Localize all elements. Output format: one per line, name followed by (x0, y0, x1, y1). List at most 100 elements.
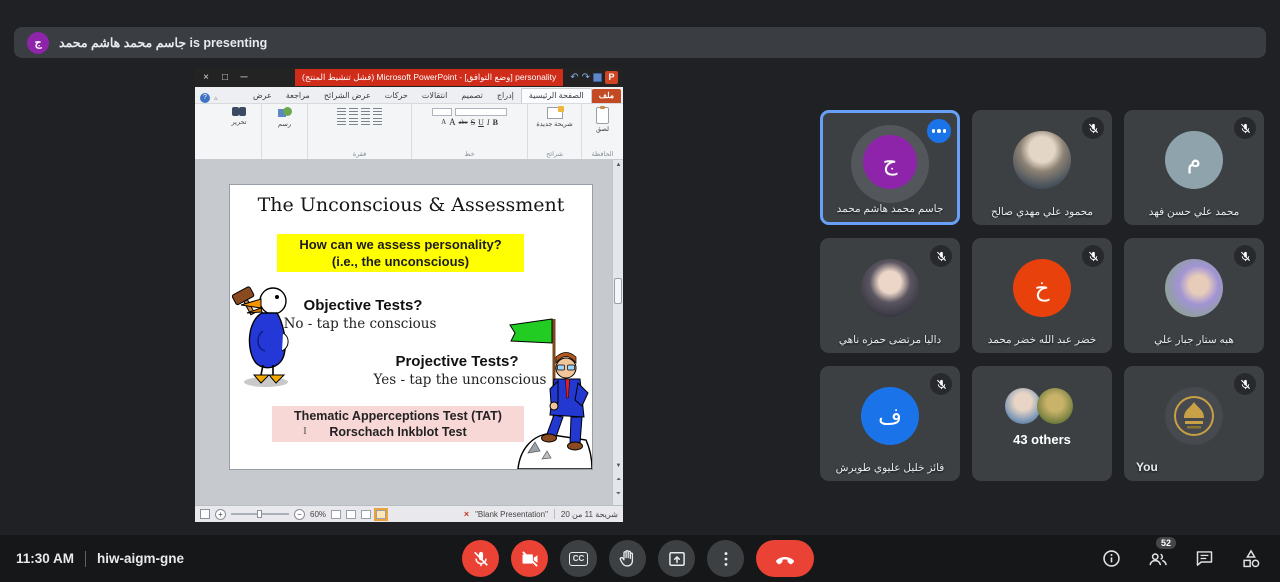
zoom-in-button[interactable]: + (215, 509, 226, 520)
save-icon[interactable] (593, 73, 602, 82)
undo-icon[interactable]: ↶ (570, 72, 578, 83)
minimize-icon[interactable]: ─ (238, 68, 250, 87)
indent-button[interactable] (349, 108, 358, 116)
divider (85, 551, 86, 567)
ppt-ribbon-tabs: ملف الصفحة الرئيسية إدراج تصميم انتقالات… (195, 87, 623, 104)
bold-button[interactable]: B (493, 118, 498, 127)
ribbon-group-drawing: رسم (261, 104, 307, 159)
clear-formatting-button[interactable]: abc (459, 118, 468, 127)
participant-tile[interactable]: ف فائز خليل عليوي طويرش (820, 366, 960, 481)
participant-name: جاسم محمد هاشم محمد (823, 203, 957, 215)
align-right-button[interactable] (373, 118, 382, 126)
present-button[interactable] (658, 540, 695, 577)
help-icon[interactable]: ? (200, 93, 210, 103)
activities-button[interactable] (1240, 548, 1262, 570)
slide[interactable]: The Unconscious & Assessment How can we … (230, 185, 592, 469)
more-options-button[interactable] (707, 540, 744, 577)
participant-tile[interactable]: هبه ستار جبار علي (1124, 238, 1264, 353)
group-label-clipboard: الحافظة (592, 150, 614, 158)
fit-to-window-icon[interactable] (200, 509, 210, 519)
editing-button[interactable]: تحرير (232, 107, 247, 126)
participants-button[interactable]: 52 (1147, 548, 1169, 570)
mic-off-icon (1082, 117, 1104, 139)
mic-toggle-button[interactable] (462, 540, 499, 577)
slide-scrollbar[interactable]: ▲ ▼ ⏶ ⏷ (612, 160, 623, 505)
tab-animations[interactable]: حركات (378, 89, 415, 103)
meeting-code: hiw-aigm-gne (97, 551, 184, 566)
tab-slideshow[interactable]: عرض الشرائح (317, 89, 378, 103)
scroll-up-icon[interactable]: ▲ (614, 161, 623, 170)
mic-off-icon (930, 373, 952, 395)
next-slide-icon[interactable]: ⏷ (614, 490, 623, 499)
tab-transitions[interactable]: انتقالات (415, 89, 454, 103)
participant-name: محمود علي مهدي صالح (972, 206, 1112, 218)
new-slide-button[interactable]: شريحة جديدة (536, 107, 572, 128)
presenter-avatar: ج (27, 32, 49, 54)
flag-man-cartoon-image (498, 313, 592, 469)
tab-insert[interactable]: إدراج (490, 89, 521, 103)
overflow-participants-tile[interactable]: 43 others (972, 366, 1112, 481)
captions-button[interactable]: CC (560, 540, 597, 577)
ribbon-group-font: B I U S abc A A خط (411, 104, 527, 159)
italic-button[interactable]: I (487, 118, 490, 127)
participant-avatar: ف (861, 387, 919, 445)
slide-counter: شريحة 11 من 20 (561, 510, 618, 519)
redo-icon[interactable]: ↷ (582, 72, 590, 83)
meeting-details-button[interactable] (1101, 548, 1122, 569)
participant-tile[interactable]: داليا مرتضى حمزه ناهي (820, 238, 960, 353)
previous-slide-icon[interactable]: ⏶ (614, 476, 623, 485)
tab-design[interactable]: تصميم (454, 89, 490, 103)
leave-call-button[interactable] (756, 540, 814, 577)
tab-file[interactable]: ملف (592, 89, 621, 103)
numbering-button[interactable] (361, 108, 370, 116)
group-label-paragraph: فقرة (353, 150, 366, 158)
participant-tile[interactable]: م محمد علي حسن فهد (1124, 110, 1264, 225)
align-center-button[interactable] (361, 118, 370, 126)
find-icon (232, 107, 246, 117)
scrollbar-thumb[interactable] (614, 278, 622, 304)
tab-home[interactable]: الصفحة الرئيسية (521, 88, 592, 103)
theme-name: "Blank Presentation" (475, 510, 548, 519)
bullets-button[interactable] (373, 108, 382, 116)
paste-button[interactable]: لصق (596, 107, 609, 133)
align-left-button[interactable] (349, 118, 358, 126)
raise-hand-button[interactable] (609, 540, 646, 577)
maximize-icon[interactable]: □ (219, 68, 231, 87)
clock-time: 11:30 AM (16, 551, 74, 566)
participant-tile[interactable]: محمود علي مهدي صالح (972, 110, 1112, 225)
tab-view[interactable]: عرض (246, 89, 279, 103)
overflow-avatar (1037, 388, 1073, 424)
tab-review[interactable]: مراجعة (279, 89, 317, 103)
participant-tile-active[interactable]: ج جاسم محمد هاشم محمد (820, 110, 960, 225)
slideshow-view-icon[interactable] (346, 510, 356, 519)
collapse-ribbon-icon[interactable]: ▵ (214, 94, 218, 102)
normal-view-icon[interactable] (376, 510, 386, 519)
participant-tile[interactable]: خ خضر عبد الله خضر محمد (972, 238, 1112, 353)
self-tile[interactable]: You (1124, 366, 1264, 481)
more-options-badge[interactable] (927, 119, 951, 143)
mic-off-icon (1234, 117, 1256, 139)
drawing-button[interactable]: رسم (278, 107, 292, 128)
strikethrough-button[interactable]: S (471, 118, 475, 127)
ppt-slide-canvas: The Unconscious & Assessment How can we … (195, 160, 623, 505)
font-name-combobox[interactable] (455, 108, 507, 116)
line-spacing-button[interactable] (337, 108, 346, 116)
scroll-down-icon[interactable]: ▼ (614, 462, 623, 471)
zoom-slider[interactable] (231, 513, 289, 515)
underline-button[interactable]: U (478, 118, 484, 127)
ppt-title-bar: × □ ─ personality [وضع التوافق] - Micros… (195, 68, 623, 87)
grow-font-button[interactable]: A (449, 118, 456, 127)
chat-button[interactable] (1194, 548, 1215, 569)
camera-toggle-button[interactable] (511, 540, 548, 577)
quick-access-toolbar: ↶ ↷ P (570, 71, 618, 84)
sorter-view-icon[interactable] (361, 510, 371, 519)
justify-button[interactable] (337, 118, 346, 126)
font-size-combobox[interactable] (432, 108, 452, 116)
spellcheck-icon[interactable]: × (464, 509, 469, 519)
shrink-font-button[interactable]: A (441, 118, 446, 127)
zoom-slider-thumb[interactable] (257, 510, 262, 518)
reading-view-icon[interactable] (331, 510, 341, 519)
close-icon[interactable]: × (200, 68, 212, 87)
participant-name: هبه ستار جبار علي (1124, 334, 1264, 346)
zoom-out-button[interactable]: − (294, 509, 305, 520)
